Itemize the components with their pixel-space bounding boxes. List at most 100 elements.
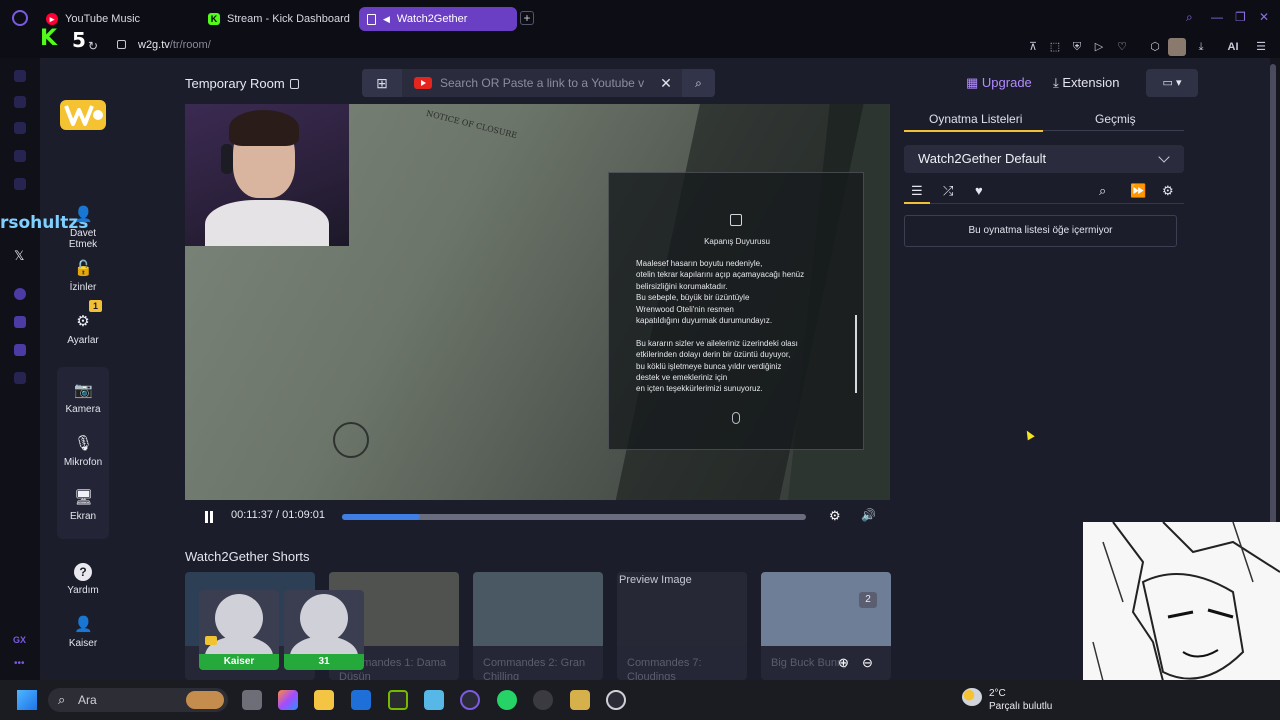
grid-icon[interactable]: ⊞ — [362, 69, 402, 97]
restore-icon[interactable]: ❐ — [1235, 10, 1246, 24]
rail-app-icon[interactable] — [14, 288, 26, 300]
weather-widget[interactable]: 2°C Parçalı bulutlu — [989, 687, 1052, 713]
rail-app-icon[interactable] — [14, 150, 26, 162]
shield-icon[interactable]: ⛨ — [1070, 40, 1084, 54]
shuffle-icon[interactable]: ⤮ — [943, 183, 953, 199]
list-icon[interactable]: ☰ — [911, 183, 923, 199]
tab-watch2gether[interactable]: ◀ Watch2Gether — [359, 7, 517, 31]
gear-icon[interactable]: ⚙ — [1162, 183, 1174, 199]
seek-bar[interactable] — [342, 514, 806, 520]
help-label: Yardım — [67, 585, 99, 596]
ai-button[interactable]: AI — [1222, 40, 1244, 54]
extensions-icon[interactable]: ⬡ — [1148, 40, 1162, 54]
microphone-button[interactable]: 🎙 Mikrofon — [56, 435, 110, 468]
x-twitter-icon[interactable]: 𝕏 — [14, 248, 24, 264]
windows-start-icon[interactable] — [17, 690, 37, 710]
add-user-icon: 👤 — [74, 206, 93, 223]
closure-line: etkilerinden dolayı derin bir üzüntü duy… — [636, 350, 791, 360]
closure-line — [636, 326, 846, 337]
obs-studio-icon[interactable] — [606, 690, 626, 710]
reload-icon[interactable]: ↻ — [88, 39, 98, 53]
rail-app-icon[interactable] — [14, 316, 26, 328]
user-card-31[interactable]: 31 — [284, 590, 364, 670]
zoom-in-icon[interactable]: ⊕ — [838, 655, 849, 671]
more-icon[interactable]: ••• — [14, 658, 25, 669]
closure-line: belirsizliğini korumaktadır. — [636, 281, 728, 291]
copilot-icon[interactable] — [278, 690, 298, 710]
user-name: 31 — [284, 654, 364, 670]
close-icon[interactable]: ✕ — [1259, 10, 1269, 24]
search-icon[interactable]: ⌕ — [1099, 183, 1106, 199]
player-settings-icon[interactable]: ⚙ — [829, 508, 841, 524]
search-tabs-icon[interactable]: ⌕ — [1186, 10, 1193, 25]
taskbar-search[interactable]: ⌕ Ara — [48, 688, 228, 712]
file-explorer-icon[interactable] — [314, 690, 334, 710]
upgrade-icon: ▦ — [966, 75, 979, 90]
user-profile-button[interactable]: 👤 Kaiser — [56, 616, 110, 649]
settings-button[interactable]: ⚙ Ayarlar — [56, 313, 110, 346]
crown-icon — [205, 636, 217, 645]
short-thumbnail[interactable]: Preview Image Commandes 7: Cloudings — [617, 572, 747, 680]
task-view-icon[interactable] — [242, 690, 262, 710]
menu-icon[interactable]: ☰ — [1254, 40, 1268, 54]
invite-button[interactable]: 👤 Davet Etmek — [56, 206, 110, 250]
tab-history[interactable]: Geçmiş — [1095, 112, 1136, 126]
pin-icon[interactable]: ⊼ — [1026, 40, 1040, 54]
w2g-logo[interactable] — [60, 100, 106, 130]
rail-app-icon[interactable] — [14, 372, 26, 384]
short-caption: Commandes 7: Cloudings — [627, 657, 702, 680]
azure-icon[interactable] — [351, 690, 371, 710]
profile-avatar[interactable] — [1168, 38, 1186, 56]
playlist-select[interactable]: Watch2Gether Default — [904, 145, 1184, 173]
layout-menu-button[interactable]: ▭ ▾ — [1146, 69, 1198, 97]
zoom-out-icon[interactable]: ⊖ — [862, 655, 873, 671]
help-button[interactable]: ? Yardım — [56, 563, 110, 596]
closure-line: en içten teşekkürlerimizi sunuyoruz. — [636, 384, 763, 394]
screen-share-button[interactable]: 🖥 Ekran — [56, 489, 110, 522]
rail-app-icon[interactable] — [14, 70, 26, 82]
rail-app-icon[interactable] — [14, 178, 26, 190]
rail-app-icon[interactable] — [14, 96, 26, 108]
obs-icon[interactable] — [533, 690, 553, 710]
user-card-kaiser[interactable]: Kaiser — [199, 590, 279, 670]
tab-kick-dashboard[interactable]: K Stream - Kick Dashboard — [200, 7, 358, 31]
clear-icon[interactable]: ✕ — [658, 75, 674, 91]
closure-line: destek ve emekleriniz için — [636, 373, 728, 383]
closure-line: Wrenwood Oteli'nin resmen — [636, 304, 734, 314]
app-icon[interactable] — [570, 690, 590, 710]
whatsapp-icon[interactable] — [497, 690, 517, 710]
upgrade-button[interactable]: ▦ Upgrade — [966, 75, 1032, 91]
chevron-down-icon: ▾ — [1175, 77, 1182, 89]
search-input[interactable] — [440, 75, 644, 91]
pause-icon[interactable] — [204, 511, 214, 523]
nvidia-icon[interactable] — [388, 690, 408, 710]
gx-icon[interactable]: GX — [13, 635, 26, 645]
new-tab-button[interactable]: + — [520, 11, 534, 25]
download-icon[interactable]: ⤓ — [1194, 40, 1208, 54]
rail-app-icon[interactable] — [14, 122, 26, 134]
search-icon: ⌕ — [58, 692, 66, 707]
volume-icon[interactable]: 🔊 — [861, 508, 876, 522]
minimize-icon[interactable]: — — [1211, 10, 1223, 24]
camera-button[interactable]: 📷 Kamera — [56, 382, 110, 415]
snapshot-icon[interactable]: ⬚ — [1048, 40, 1062, 54]
opera-logo-icon[interactable] — [12, 10, 28, 26]
rail-app-icon[interactable] — [14, 344, 26, 356]
extension-button[interactable]: ⤓ Extension — [1053, 75, 1119, 91]
play-icon[interactable]: ▷ — [1092, 40, 1106, 54]
heart-icon[interactable]: ♥ — [975, 183, 983, 198]
search-icon[interactable]: ⌕ — [682, 69, 715, 97]
url-field[interactable]: w2g.tv/tr/room/ — [138, 39, 211, 51]
heart-icon[interactable]: ♡ — [1115, 40, 1129, 54]
short-thumbnail[interactable]: Commandes 2: Gran Chilling — [473, 572, 603, 680]
search-bar: ⊞ ✕ ⌕ — [362, 69, 715, 97]
skip-forward-icon[interactable]: ⏩ — [1130, 183, 1146, 199]
opera-gx-icon[interactable] — [460, 690, 480, 710]
copy-icon[interactable] — [289, 79, 299, 89]
tab-playlists[interactable]: Oynatma Listeleri — [929, 112, 1022, 126]
page-scrollbar[interactable] — [1270, 64, 1276, 524]
speaker-icon[interactable]: ◀ — [383, 14, 390, 25]
photos-icon[interactable] — [424, 690, 444, 710]
permissions-button[interactable]: 🔓 İzinler — [56, 260, 110, 293]
user-label: Kaiser — [68, 638, 98, 649]
